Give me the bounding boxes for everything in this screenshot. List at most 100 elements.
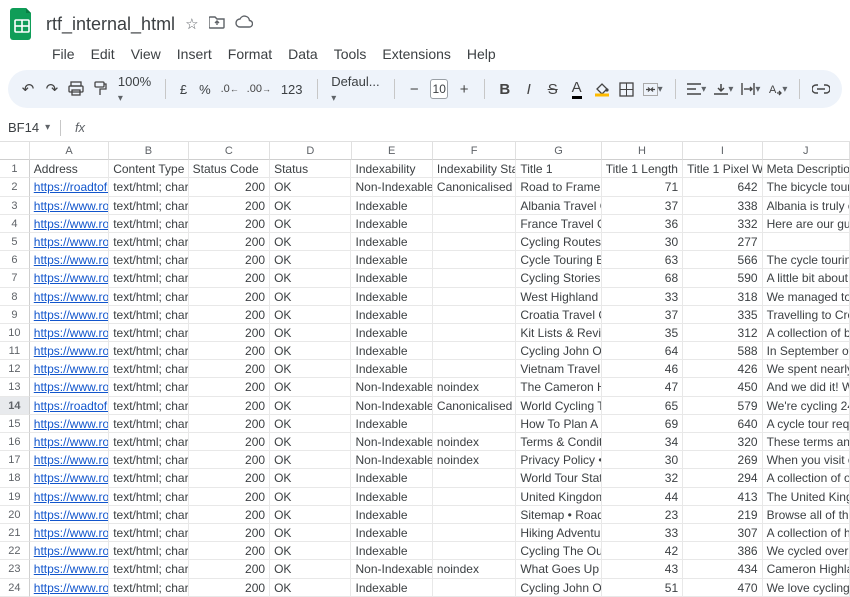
cell[interactable] <box>433 360 516 378</box>
cell[interactable] <box>433 579 516 597</box>
cell[interactable]: OK <box>270 342 351 360</box>
cell[interactable]: 590 <box>683 269 762 287</box>
cell[interactable]: OK <box>270 560 351 578</box>
row-header[interactable]: 10 <box>0 324 30 342</box>
cell[interactable]: We're cycling 24 <box>763 397 850 415</box>
row-header[interactable]: 24 <box>0 579 30 597</box>
cell[interactable]: OK <box>270 469 351 487</box>
cell[interactable]: OK <box>270 324 351 342</box>
number-format-button[interactable]: 123 <box>279 82 305 97</box>
decrease-decimal-button[interactable]: .0← <box>221 77 239 101</box>
column-header[interactable]: E <box>352 142 433 160</box>
cell[interactable]: Cycling John O'G <box>516 579 601 597</box>
cell[interactable]: text/html; charse <box>109 251 188 269</box>
vertical-align-button[interactable] <box>714 77 733 101</box>
cell[interactable]: https://www.road <box>30 306 109 324</box>
cell[interactable]: OK <box>270 197 351 215</box>
cell[interactable]: https://roadtofran <box>30 178 109 196</box>
cell[interactable]: What Goes Up M <box>516 560 601 578</box>
row-header[interactable]: 23 <box>0 560 30 578</box>
font-size-decrease-button[interactable]: − <box>406 77 422 101</box>
cell[interactable]: Canonicalised <box>433 397 516 415</box>
cell[interactable]: The bicycle touri <box>763 178 850 196</box>
cell[interactable]: 30 <box>602 233 683 251</box>
cell[interactable]: text/html; charse <box>109 397 188 415</box>
cell[interactable]: https://www.road <box>30 378 109 396</box>
row-header[interactable]: 19 <box>0 488 30 506</box>
cell[interactable]: 23 <box>602 506 683 524</box>
cell[interactable]: And we did it! W <box>763 378 850 396</box>
cell[interactable]: OK <box>270 579 351 597</box>
strikethrough-button[interactable]: S <box>545 77 561 101</box>
font-size-input[interactable]: 10 <box>430 79 448 99</box>
cell[interactable]: Indexable <box>351 579 432 597</box>
cell[interactable]: 318 <box>683 288 762 306</box>
cell[interactable]: 37 <box>602 197 683 215</box>
cell[interactable]: https://www.road <box>30 233 109 251</box>
cell[interactable]: OK <box>270 288 351 306</box>
cell[interactable]: text/html; charse <box>109 415 188 433</box>
row-header[interactable]: 15 <box>0 415 30 433</box>
cell[interactable]: 69 <box>602 415 683 433</box>
cell[interactable]: OK <box>270 451 351 469</box>
cell[interactable]: 200 <box>189 360 270 378</box>
cell[interactable]: https://www.road <box>30 197 109 215</box>
cell[interactable]: OK <box>270 506 351 524</box>
cell[interactable]: 200 <box>189 269 270 287</box>
cell[interactable]: Title 1 Pixel Widt <box>683 160 762 178</box>
cell[interactable]: 71 <box>602 178 683 196</box>
row-header[interactable]: 7 <box>0 269 30 287</box>
cell[interactable]: 42 <box>602 542 683 560</box>
cell[interactable]: Canonicalised <box>433 178 516 196</box>
cell[interactable]: 46 <box>602 360 683 378</box>
cell[interactable]: A cycle tour requ <box>763 415 850 433</box>
cell[interactable]: 33 <box>602 288 683 306</box>
cell[interactable] <box>433 542 516 560</box>
cell[interactable]: 68 <box>602 269 683 287</box>
cell[interactable]: 200 <box>189 197 270 215</box>
cell[interactable]: Cycling Routes • <box>516 233 601 251</box>
cell[interactable] <box>433 215 516 233</box>
cell[interactable]: Indexable <box>351 215 432 233</box>
cell[interactable]: 200 <box>189 397 270 415</box>
cell[interactable]: Cycling The Out <box>516 542 601 560</box>
cell[interactable] <box>433 469 516 487</box>
row-header[interactable]: 18 <box>0 469 30 487</box>
cell[interactable]: 43 <box>602 560 683 578</box>
cell[interactable]: OK <box>270 433 351 451</box>
cell[interactable]: Here are our gui <box>763 215 850 233</box>
cell[interactable]: OK <box>270 378 351 396</box>
cell[interactable]: https://www.road <box>30 542 109 560</box>
cell[interactable]: https://www.road <box>30 342 109 360</box>
cell[interactable]: OK <box>270 269 351 287</box>
menu-insert[interactable]: Insert <box>177 46 212 62</box>
row-header[interactable]: 20 <box>0 506 30 524</box>
cloud-status-icon[interactable] <box>235 15 253 33</box>
cell[interactable]: 434 <box>683 560 762 578</box>
cell[interactable]: 200 <box>189 342 270 360</box>
cell[interactable]: 200 <box>189 288 270 306</box>
cell[interactable]: Address <box>30 160 109 178</box>
spreadsheet-grid[interactable]: ABCDEFGHIJ 1AddressContent TypeStatus Co… <box>0 142 850 597</box>
cell[interactable]: text/html; charse <box>109 306 188 324</box>
cell[interactable]: OK <box>270 178 351 196</box>
cell[interactable]: Indexable <box>351 233 432 251</box>
fill-color-button[interactable] <box>593 77 611 101</box>
italic-button[interactable]: I <box>521 77 537 101</box>
cell[interactable]: https://www.road <box>30 360 109 378</box>
cell[interactable]: 200 <box>189 433 270 451</box>
cell[interactable]: 200 <box>189 233 270 251</box>
cell[interactable]: 413 <box>683 488 762 506</box>
cell[interactable]: Croatia Travel G <box>516 306 601 324</box>
cell[interactable]: text/html; charse <box>109 269 188 287</box>
cell[interactable]: World Tour Stats <box>516 469 601 487</box>
cell[interactable]: 34 <box>602 433 683 451</box>
cell[interactable]: Indexable <box>351 269 432 287</box>
cell[interactable]: Terms & Conditi <box>516 433 601 451</box>
cell[interactable]: Indexability Statu <box>433 160 516 178</box>
cell[interactable]: OK <box>270 542 351 560</box>
row-header[interactable]: 6 <box>0 251 30 269</box>
cell[interactable]: OK <box>270 306 351 324</box>
cell[interactable]: Indexable <box>351 251 432 269</box>
cell[interactable]: Non-Indexable <box>351 178 432 196</box>
